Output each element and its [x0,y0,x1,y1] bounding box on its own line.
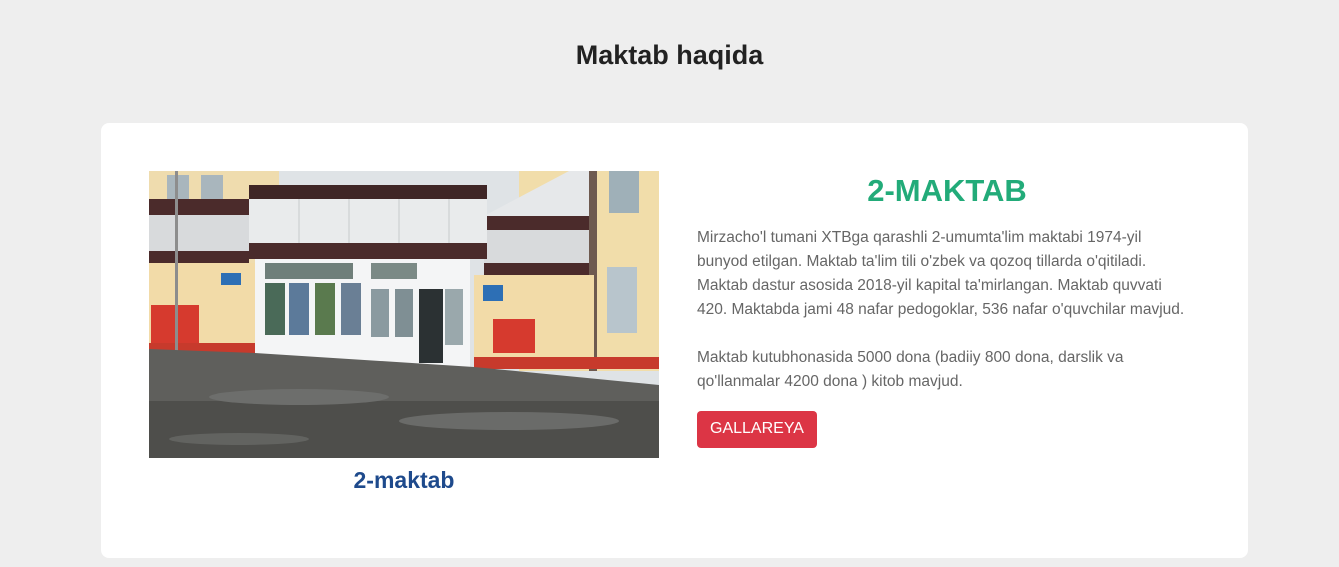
library-paragraph: Maktab kutubhonasida 5000 dona (badiiy 8… [697,349,1124,390]
school-description: Mirzacho'l tumani XTBga qarashli 2-umumt… [697,226,1187,394]
description-paragraph: Mirzacho'l tumani XTBga qarashli 2-umumt… [697,229,1185,318]
gallery-button[interactable]: GALLAREYA [697,411,817,448]
photo-caption: 2-maktab [353,467,455,493]
section-heading: Maktab haqida [575,40,764,70]
about-school-card: 2-maktab 2-MAKTAB Mirzacho'l tumani XTBg… [101,123,1248,558]
school-title: 2-MAKTAB [867,173,1027,208]
school-photo [149,171,659,458]
school-info: 2-MAKTAB Mirzacho'l tumani XTBga qarashl… [697,171,1187,448]
